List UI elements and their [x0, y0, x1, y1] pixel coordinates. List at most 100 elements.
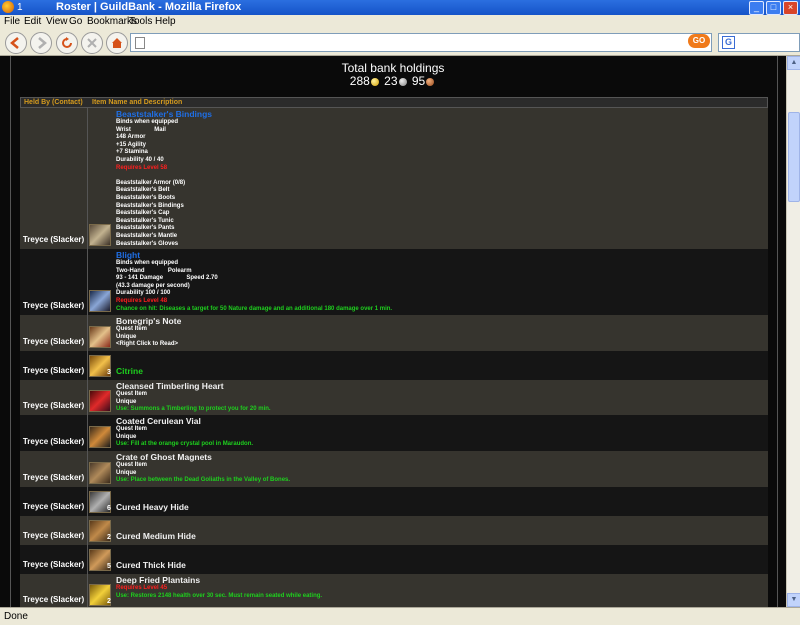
item-stat-line: +15 Agility [116, 141, 146, 148]
window-title-bar[interactable]: 1 Roster | GuildBank - Mozilla Firefox _… [0, 0, 800, 15]
held-by-cell: Treyce (Slacker) [22, 531, 85, 540]
search-input[interactable]: G [718, 33, 800, 52]
menu-go[interactable]: Go [69, 15, 82, 29]
scroll-up-arrow-icon[interactable]: ▲ [787, 56, 800, 70]
item-name[interactable]: Citrine [116, 366, 764, 376]
menu-file[interactable]: File [4, 15, 20, 29]
item-stat-line: Two-Hand Polearm [116, 267, 192, 274]
item-name[interactable]: Beaststalker's Bindings [116, 109, 764, 119]
item-description: Beaststalker's Bindings Binds when equipp… [116, 109, 764, 248]
menu-tools[interactable]: Tools [129, 15, 152, 29]
held-by-cell: Treyce (Slacker) [22, 235, 85, 244]
column-held-by[interactable]: Held By (Contact) [24, 98, 83, 108]
home-button[interactable] [106, 32, 128, 54]
item-stat-line: Quest Item [116, 462, 148, 468]
item-description: Cleansed Timberling Heart Quest Item Uniqu… [116, 381, 764, 414]
held-by-cell: Treyce (Slacker) [22, 473, 85, 482]
window-controls: _ □ × [749, 1, 798, 15]
item-set-line: Beaststalker's Boots [116, 194, 176, 201]
item-name[interactable]: Deep Fried Plantains [116, 575, 764, 585]
item-name[interactable]: Cured Medium Hide [116, 531, 764, 541]
item-use-effect: Use: Summons a Timberling to protect you… [116, 406, 271, 413]
column-divider [87, 351, 88, 380]
firefox-icon [2, 1, 14, 13]
menu-view[interactable]: View [46, 15, 68, 29]
stop-button[interactable] [81, 32, 103, 54]
item-name[interactable]: Cleansed Timberling Heart [116, 381, 764, 391]
silver-amount: 23 [384, 74, 398, 88]
stack-count: 5 [107, 563, 111, 570]
item-description: Bonegrip's Note Quest Item Unique <Right Cl… [116, 316, 764, 349]
item-set-line: Beaststalker's Pants [116, 225, 175, 232]
page-viewport: Total bank holdings 288 23 95 Held By (C… [0, 56, 786, 607]
vertical-scrollbar[interactable]: ▲ ▼ [786, 56, 800, 607]
bank-holdings-amount: 288 23 95 [0, 74, 786, 88]
bank-holdings-title: Total bank holdings [341, 61, 445, 75]
minimize-button[interactable]: _ [749, 1, 764, 15]
item-set-line: Beaststalker's Cap [116, 210, 170, 217]
item-stat-line: Wrist Mail [116, 126, 166, 133]
close-button[interactable]: × [783, 1, 798, 15]
item-name[interactable]: Coated Cerulean Vial [116, 416, 764, 426]
stack-count: 3 [107, 369, 111, 376]
gold-amount: 288 [349, 74, 370, 88]
maximize-button[interactable]: □ [766, 1, 781, 15]
item-description: Blight Binds when equipped Two-Hand Polear… [116, 250, 764, 313]
back-arrow-icon [10, 37, 19, 49]
item-icon[interactable] [89, 290, 111, 312]
item-stat-line: Unique [116, 398, 137, 405]
column-divider [87, 380, 88, 415]
google-search-icon: G [722, 36, 735, 49]
scroll-thumb[interactable] [788, 112, 800, 202]
title-tab-number: 1 [17, 2, 23, 13]
forward-arrow-icon [38, 37, 47, 49]
stack-count: 2 [107, 534, 111, 541]
item-stat-line: Unique [116, 333, 137, 340]
item-requirement: Requires Level 58 [116, 164, 168, 171]
item-set-line: Beaststalker's Bindings [116, 202, 184, 209]
item-stat-line: Unique [116, 433, 137, 440]
item-description: Cured Thick Hide [116, 560, 764, 570]
item-icon[interactable] [89, 390, 111, 412]
table-header: Held By (Contact) Item Name and Descript… [20, 97, 768, 108]
forward-button[interactable] [30, 32, 52, 54]
item-set-line: Beaststalker's Mantle [116, 232, 178, 239]
table-row: Treyce (Slacker) Bonegrip's Note Quest Ite… [20, 315, 768, 351]
item-icon[interactable] [89, 326, 111, 348]
column-divider [87, 249, 88, 315]
reload-button[interactable] [56, 32, 78, 54]
go-button[interactable]: GO [688, 34, 710, 48]
item-name[interactable]: Bonegrip's Note [116, 316, 764, 326]
item-name[interactable]: Blight [116, 250, 764, 260]
item-stat-line: 148 Armor [116, 134, 146, 141]
gold-coin-icon [370, 77, 379, 86]
url-bar[interactable] [130, 33, 712, 52]
item-requirement: Requires Level 48 [116, 297, 168, 304]
scroll-down-arrow-icon[interactable]: ▼ [787, 593, 800, 607]
held-by-cell: Treyce (Slacker) [22, 301, 85, 310]
item-icon[interactable] [89, 426, 111, 448]
table-row: Treyce (Slacker) Crate of Ghost Magnets Qu… [20, 451, 768, 487]
reload-icon [62, 37, 72, 48]
item-name[interactable]: Crate of Ghost Magnets [116, 452, 764, 462]
held-by-cell: Treyce (Slacker) [22, 502, 85, 511]
item-icon[interactable] [89, 224, 111, 246]
back-button[interactable] [5, 32, 27, 54]
held-by-cell: Treyce (Slacker) [22, 437, 85, 446]
item-name[interactable]: Cured Heavy Hide [116, 502, 764, 512]
item-stat-line: Quest Item [116, 426, 148, 432]
item-set-line: Beaststalker's Gloves [116, 240, 179, 247]
menu-help[interactable]: Help [155, 15, 176, 29]
menu-edit[interactable]: Edit [24, 15, 41, 29]
stack-count: 2 [107, 598, 111, 605]
column-item-name[interactable]: Item Name and Description [92, 98, 182, 108]
item-name[interactable]: Cured Thick Hide [116, 560, 764, 570]
column-divider [87, 516, 88, 545]
held-by-cell: Treyce (Slacker) [22, 337, 85, 346]
table-row: Treyce (Slacker) 6 Cured Heavy Hide [20, 487, 768, 516]
window-title: Roster | GuildBank - Mozilla Firefox [56, 1, 242, 13]
item-use-effect: Chance on hit: Diseases a target for 50 … [116, 305, 393, 312]
table-row: Treyce (Slacker) 2 Cured Medium Hide [20, 516, 768, 545]
item-icon[interactable] [89, 462, 111, 484]
status-text: Done [4, 611, 28, 622]
